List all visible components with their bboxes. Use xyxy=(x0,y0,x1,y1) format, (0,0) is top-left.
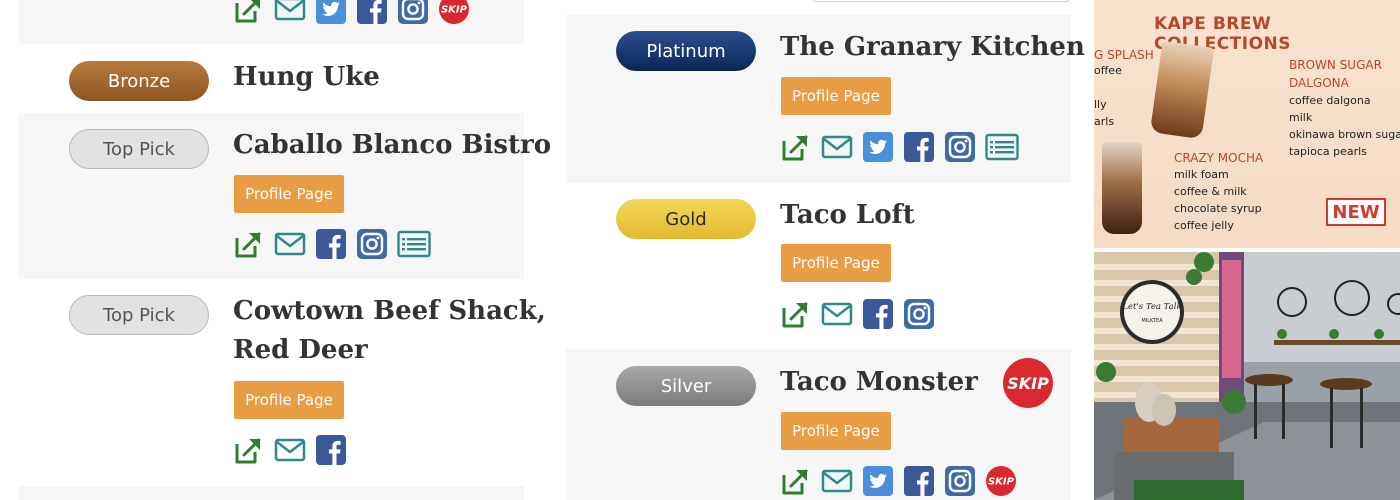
promo-brown-line: coffee dalgona xyxy=(1289,94,1371,107)
new-tag: NEW xyxy=(1326,198,1386,226)
instagram-icon[interactable] xyxy=(903,298,935,330)
menu-list-icon[interactable] xyxy=(397,228,431,260)
restaurant-name[interactable]: Taco Monster xyxy=(780,363,978,402)
skip-icon[interactable]: SKIP xyxy=(438,0,470,25)
social-icons: SKIP xyxy=(233,0,470,26)
listing-card-caballo-blanco: Top Pick Caballo Blanco Bistro Profile P… xyxy=(19,113,551,279)
external-link-icon[interactable] xyxy=(780,465,812,497)
instagram-icon[interactable] xyxy=(356,228,388,260)
tier-badge-gold: Gold xyxy=(616,199,756,239)
social-icons xyxy=(780,130,1019,164)
facebook-icon[interactable] xyxy=(315,228,347,260)
promo-mocha-line: milk foam xyxy=(1174,168,1229,181)
promo-left-line: lly xyxy=(1094,98,1107,111)
menu-list-icon[interactable] xyxy=(985,131,1019,163)
instagram-icon[interactable] xyxy=(397,0,429,25)
twitter-icon[interactable] xyxy=(315,0,347,25)
twitter-icon[interactable] xyxy=(862,131,894,163)
envelope-icon[interactable] xyxy=(274,434,306,466)
facebook-icon[interactable] xyxy=(903,131,935,163)
facebook-icon[interactable] xyxy=(862,298,894,330)
tier-badge-platinum: Platinum xyxy=(616,31,756,71)
restaurant-name-line-2[interactable]: Red Deer xyxy=(233,331,368,370)
mocha-cup-image xyxy=(1102,142,1142,234)
promo-mocha-heading: CRAZY MOCHA xyxy=(1174,151,1264,165)
restaurant-name[interactable]: Caballo Blanco Bistro xyxy=(233,126,551,165)
external-link-icon[interactable] xyxy=(233,228,265,260)
profile-page-button[interactable]: Profile Page xyxy=(781,412,891,450)
envelope-icon[interactable] xyxy=(274,0,306,25)
external-link-icon[interactable] xyxy=(233,434,265,466)
sign-text: Let's Tea Talk xyxy=(1121,302,1181,312)
tier-badge-bronze: Bronze xyxy=(69,61,209,101)
profile-page-button[interactable]: Profile Page xyxy=(234,381,344,419)
promo-brown-heading: BROWN SUGAR xyxy=(1289,58,1382,72)
listing-card-taco-monster: Silver Taco Monster SKIP Profile Page SK… xyxy=(566,349,1071,500)
skip-label: SKIP xyxy=(441,5,468,16)
skip-label: SKIP xyxy=(988,477,1015,488)
tier-badge-top-pick: Top Pick xyxy=(69,129,209,169)
envelope-icon[interactable] xyxy=(821,465,853,497)
skip-badge-label: SKIP xyxy=(1007,374,1049,393)
promo-brown-heading-2: DALGONA xyxy=(1289,76,1349,90)
restaurant-directory: SKIP Bronze Hung Uke Top Pick Caballo Bl… xyxy=(0,0,1400,500)
search-bar-edge xyxy=(812,0,1070,2)
listing-card-granary-kitchen: Platinum The Granary Kitchen Profile Pag… xyxy=(566,15,1085,183)
social-icons: SKIP xyxy=(780,464,1017,498)
iced-coffee-cup-image xyxy=(1149,40,1215,140)
listing-card-next-cutoff xyxy=(19,486,524,500)
promo-left-line: arls xyxy=(1094,115,1115,128)
restaurant-name[interactable]: Hung Uke xyxy=(233,58,380,97)
facebook-icon[interactable] xyxy=(356,0,388,25)
sign-subtext: MILKTEA xyxy=(1141,318,1163,324)
twitter-icon[interactable] xyxy=(862,465,894,497)
restaurant-name[interactable]: Taco Loft xyxy=(780,196,915,235)
promo-mocha-line: coffee jelly xyxy=(1174,219,1234,232)
skip-icon[interactable]: SKIP xyxy=(985,465,1017,497)
instagram-icon[interactable] xyxy=(944,131,976,163)
skip-badge-icon[interactable]: SKIP xyxy=(1002,357,1054,409)
listing-card-taco-loft: Gold Taco Loft Profile Page xyxy=(566,183,1071,349)
external-link-icon[interactable] xyxy=(780,131,812,163)
profile-page-button[interactable]: Profile Page xyxy=(781,77,891,115)
envelope-icon[interactable] xyxy=(821,298,853,330)
profile-page-button[interactable]: Profile Page xyxy=(781,244,891,282)
social-icons xyxy=(233,227,431,261)
cafe-interior-illustration: Let's Tea Talk MILKTEA xyxy=(1094,252,1400,500)
restaurant-name[interactable]: The Granary Kitchen xyxy=(780,28,1085,67)
listing-card-cutoff: SKIP xyxy=(19,0,524,44)
envelope-icon[interactable] xyxy=(274,228,306,260)
restaurant-name-line-1[interactable]: Cowtown Beef Shack, xyxy=(233,292,546,331)
facebook-icon[interactable] xyxy=(903,465,935,497)
instagram-icon[interactable] xyxy=(944,465,976,497)
promo-brown-line: milk xyxy=(1289,111,1313,124)
external-link-icon[interactable] xyxy=(780,298,812,330)
promo-mocha-line: chocolate syrup xyxy=(1174,202,1262,215)
profile-page-button[interactable]: Profile Page xyxy=(234,175,344,213)
promo-image-kape-brew[interactable]: KAPE BREW COLLECTIONS G SPLASH offee lly… xyxy=(1094,0,1400,248)
social-icons xyxy=(780,297,935,331)
envelope-icon[interactable] xyxy=(821,131,853,163)
promo-brown-line: okinawa brown sugar xyxy=(1289,128,1400,141)
facebook-icon[interactable] xyxy=(315,434,347,466)
promo-mocha-line: coffee & milk xyxy=(1174,185,1247,198)
cafe-interior-photo[interactable]: Let's Tea Talk MILKTEA xyxy=(1094,252,1400,500)
tier-badge-silver: Silver xyxy=(616,366,756,406)
tier-badge-top-pick: Top Pick xyxy=(69,295,209,335)
promo-left-line: offee xyxy=(1094,64,1122,77)
listing-card-hung-uke: Bronze Hung Uke xyxy=(19,44,524,113)
promo-brown-line: tapioca pearls xyxy=(1289,145,1367,158)
listing-card-cowtown: Top Pick Cowtown Beef Shack, Red Deer Pr… xyxy=(19,279,546,486)
social-icons xyxy=(233,433,347,467)
external-link-icon[interactable] xyxy=(233,0,265,25)
